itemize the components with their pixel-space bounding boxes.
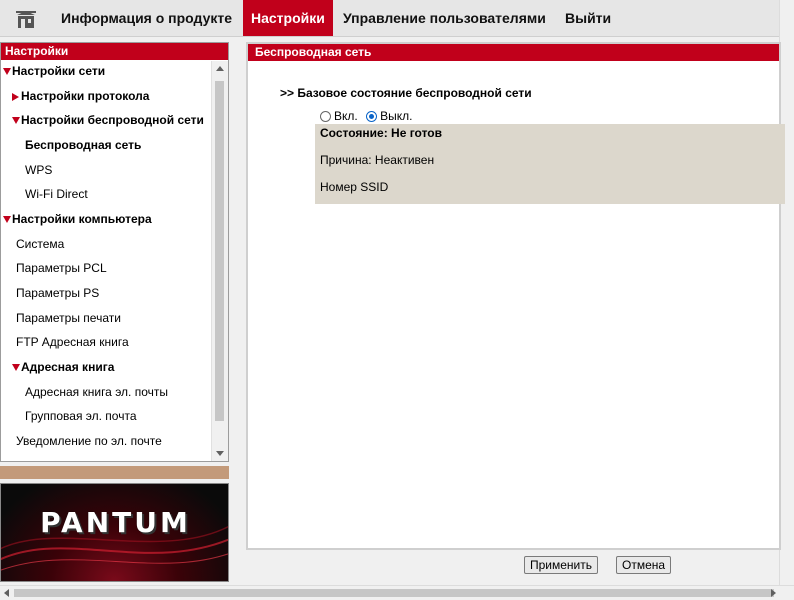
collapsed-arrow-icon xyxy=(12,92,19,101)
tree-item-ps[interactable]: Параметры PS xyxy=(16,283,99,303)
main-panel: Беспроводная сеть >> Базовое состояние б… xyxy=(246,42,785,550)
scrollbar-thumb[interactable] xyxy=(215,81,224,421)
tree-item-wps[interactable]: WPS xyxy=(25,160,52,180)
sidebar-title: Настройки xyxy=(1,43,228,60)
tree-item-group-email[interactable]: Групповая эл. почта xyxy=(25,406,137,426)
radio-on-label: Вкл. xyxy=(334,109,358,123)
status-box: Состояние: Не готов Причина: Неактивен Н… xyxy=(315,124,785,204)
scroll-right-icon[interactable] xyxy=(771,589,776,597)
tree-item-computer-settings[interactable]: Настройки компьютера xyxy=(3,209,152,229)
radio-on[interactable] xyxy=(320,111,331,123)
tree-item-network-settings[interactable]: Настройки сети xyxy=(3,61,105,81)
section-title: >> Базовое состояние беспроводной сети xyxy=(280,86,532,100)
expanded-arrow-icon xyxy=(12,364,20,372)
sidebar-divider xyxy=(0,466,229,479)
brand-logo: PANTUM xyxy=(0,483,229,582)
reason-text: Причина: Неактивен xyxy=(320,153,435,167)
tree-item-wireless-settings[interactable]: Настройки беспроводной сети xyxy=(12,110,204,130)
logo-text: PANTUM xyxy=(40,506,191,539)
apply-button[interactable]: Применить xyxy=(524,556,599,574)
settings-tree: Настройки сети Настройки протокола Настр… xyxy=(1,61,211,461)
tree-item-pcl[interactable]: Параметры PCL xyxy=(16,258,107,278)
page-horizontal-scrollbar[interactable] xyxy=(0,585,794,600)
expanded-arrow-icon xyxy=(3,68,11,76)
scroll-down-icon[interactable] xyxy=(216,451,224,456)
cancel-button[interactable]: Отмена xyxy=(616,556,672,574)
tree-item-addressbook[interactable]: Адресная книга xyxy=(12,357,114,377)
tree-item-email-notification[interactable]: Уведомление по эл. почте xyxy=(16,431,162,451)
page-vertical-scrollbar[interactable] xyxy=(779,0,794,585)
tree-item-print-params[interactable]: Параметры печати xyxy=(16,308,121,328)
horizontal-scrollbar-thumb[interactable] xyxy=(14,589,774,597)
expanded-arrow-icon xyxy=(12,117,20,125)
tree-item-system[interactable]: Система xyxy=(16,234,64,254)
wireless-toggle: Вкл. Выкл. xyxy=(320,109,417,123)
tree-item-email-addressbook[interactable]: Адресная книга эл. почты xyxy=(25,382,168,402)
nav-logout[interactable]: Выйти xyxy=(557,0,619,36)
nav-product-info[interactable]: Информация о продукте xyxy=(53,0,240,36)
nav-user-management[interactable]: Управление пользователями xyxy=(335,0,554,36)
tree-item-protocol-settings[interactable]: Настройки протокола xyxy=(12,86,149,106)
nav-settings[interactable]: Настройки xyxy=(243,0,333,36)
status-text: Состояние: Не готов xyxy=(320,126,443,140)
scroll-up-icon[interactable] xyxy=(216,66,224,71)
panel-title: Беспроводная сеть xyxy=(248,44,779,61)
tree-item-wireless-network[interactable]: Беспроводная сеть xyxy=(25,135,141,155)
tree-item-wifi-direct[interactable]: Wi-Fi Direct xyxy=(25,184,88,204)
expanded-arrow-icon xyxy=(3,216,11,224)
radio-off[interactable] xyxy=(366,111,378,123)
top-navigation: Информация о продукте Настройки Управлен… xyxy=(0,0,780,37)
sidebar: Настройки Настройки сети Настройки прото… xyxy=(0,42,229,462)
home-icon[interactable] xyxy=(14,9,38,29)
radio-on-option[interactable]: Вкл. xyxy=(320,109,358,123)
radio-off-label: Выкл. xyxy=(380,109,413,123)
scroll-left-icon[interactable] xyxy=(4,589,9,597)
tree-item-ftp-addressbook[interactable]: FTP Адресная книга xyxy=(16,332,129,352)
ssid-label: Номер SSID xyxy=(320,180,389,194)
radio-off-option[interactable]: Выкл. xyxy=(366,109,412,123)
sidebar-scrollbar[interactable] xyxy=(211,61,228,461)
